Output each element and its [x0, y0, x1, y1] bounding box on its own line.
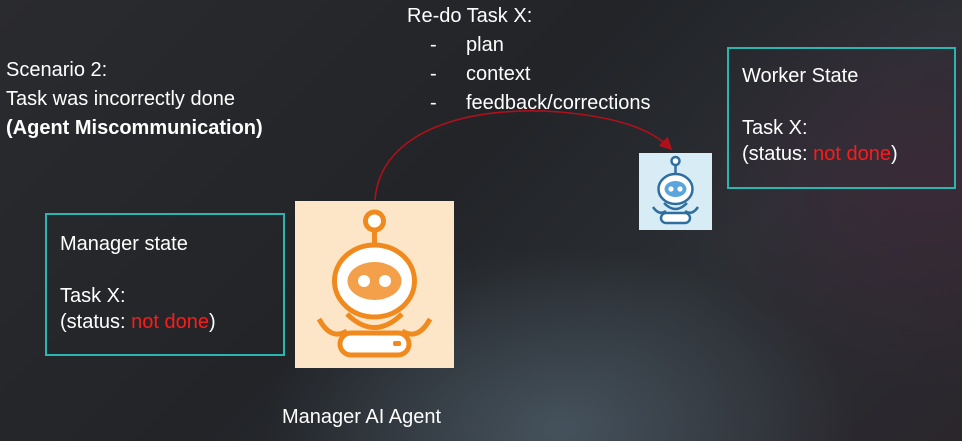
- status-prefix: (status:: [742, 143, 814, 165]
- worker-task-label: Task X:: [742, 117, 808, 139]
- manager-state-box: Manager state Task X: (status: not done): [45, 213, 285, 356]
- robot-icon: [651, 155, 700, 225]
- worker-agent-avatar: [639, 153, 712, 230]
- manager-state-title: Manager state: [60, 233, 188, 255]
- status-prefix: (status:: [60, 311, 132, 333]
- manager-task-label: Task X:: [60, 285, 126, 307]
- status-value: not done: [813, 143, 891, 165]
- manager-agent-avatar: [295, 201, 454, 368]
- robot-icon: [316, 209, 433, 358]
- worker-state-title: Worker State: [742, 65, 859, 87]
- status-suffix: ): [891, 143, 898, 165]
- worker-state-box: Worker State Task X: (status: not done): [727, 47, 956, 189]
- manager-task-status: (status: not done): [60, 309, 283, 335]
- worker-task-status: (status: not done): [742, 141, 954, 167]
- status-suffix: ): [209, 311, 216, 333]
- status-value: not done: [131, 311, 209, 333]
- manager-agent-caption: Manager AI Agent: [282, 406, 442, 428]
